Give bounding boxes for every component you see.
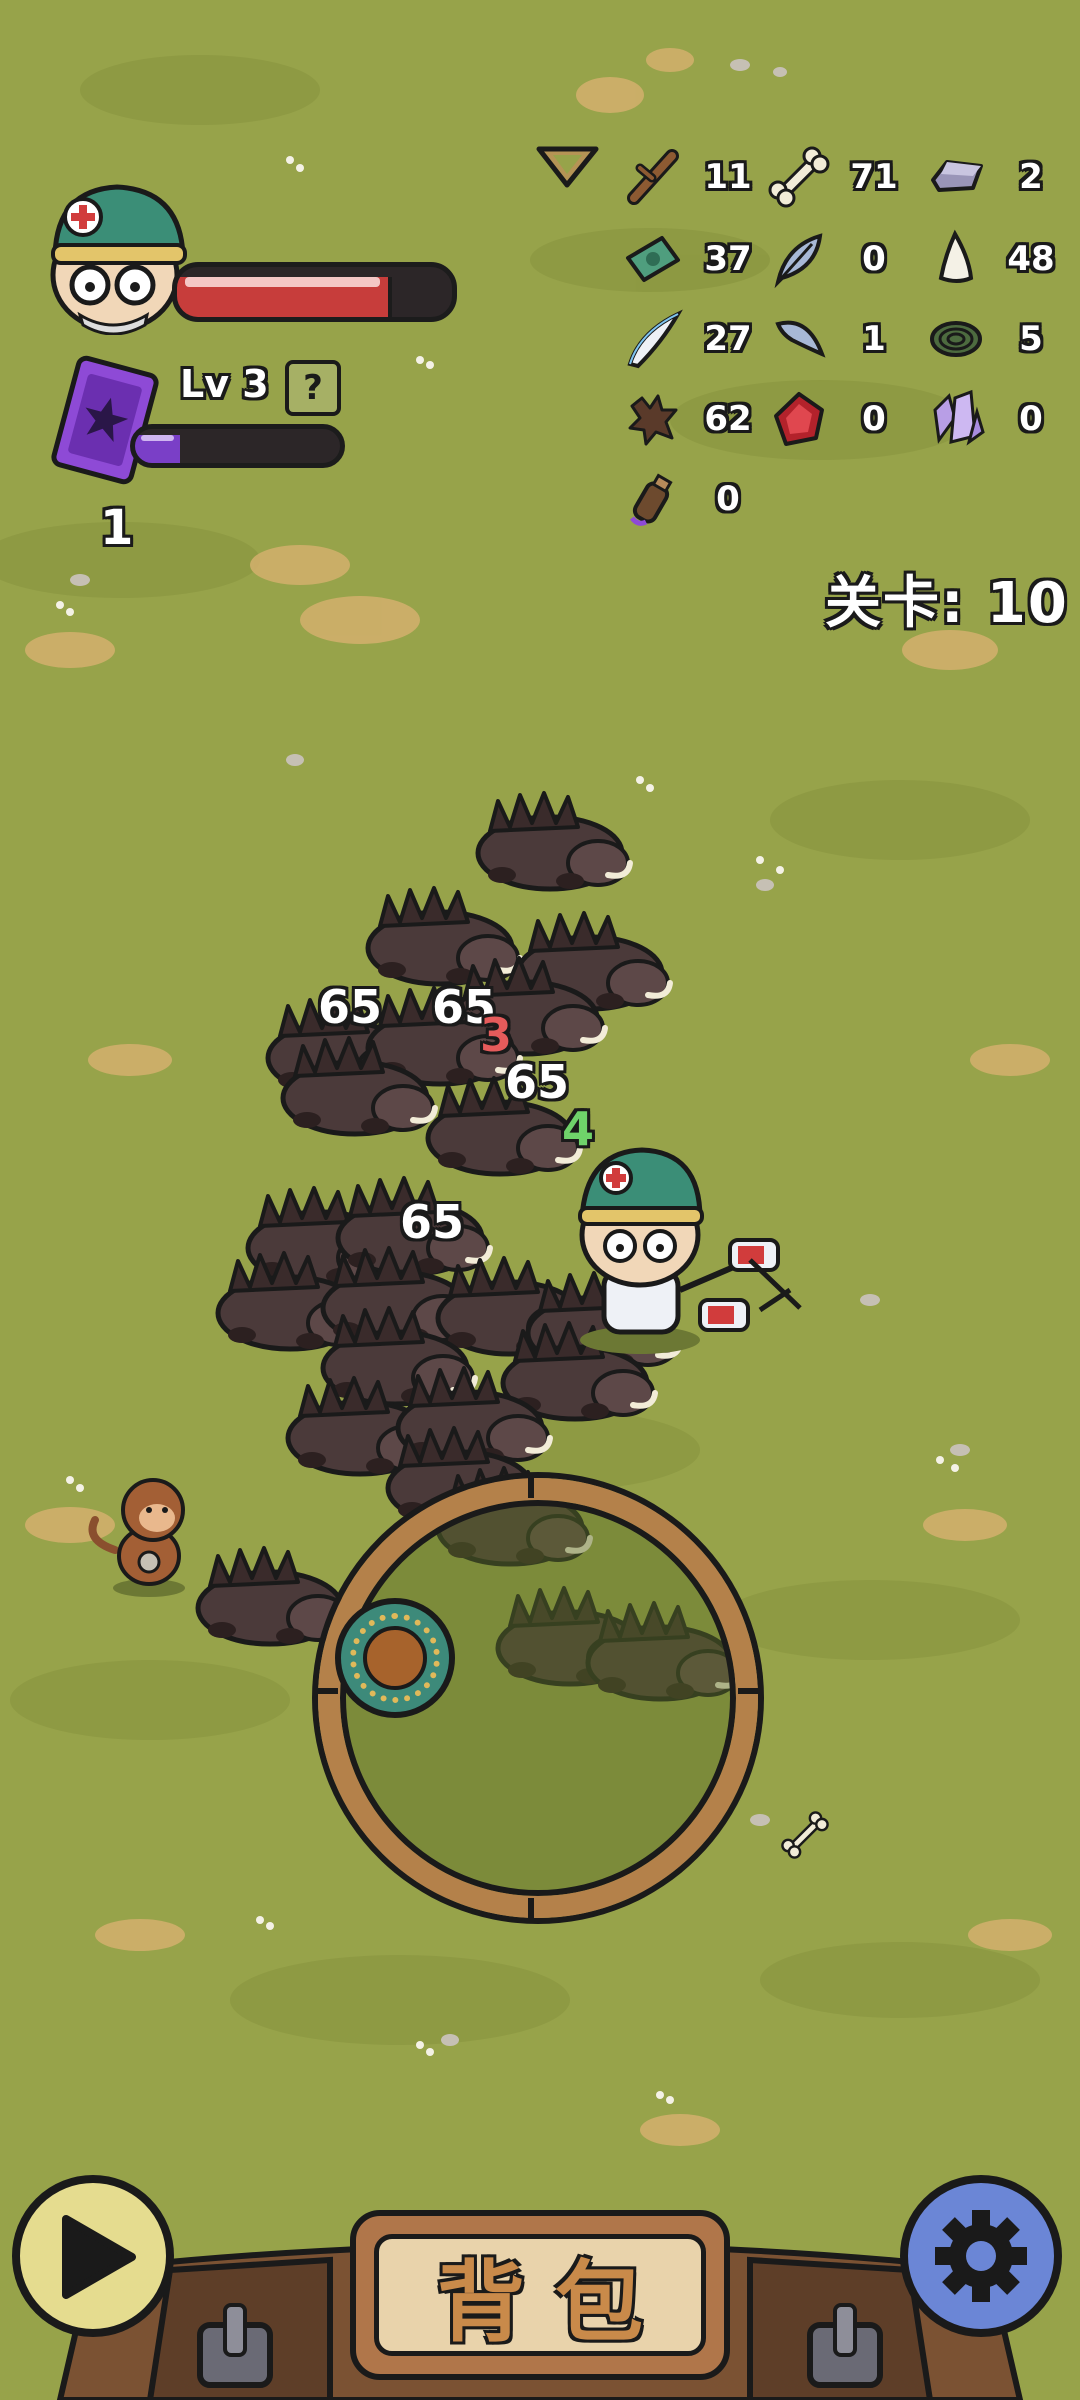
enemy-herd [0,0,1080,2400]
crit-damage-number: 3 [480,1008,513,1062]
damage-number: 65 [400,1195,465,1249]
backpack-button[interactable]: 背包 [350,2210,730,2380]
play-button[interactable] [12,2175,174,2337]
monkey-companion [88,1478,185,1597]
damage-number: 65 [505,1055,570,1109]
joystick-knob[interactable] [335,1598,455,1718]
damage-number: 65 [318,980,383,1034]
heal-number: 4 [562,1102,595,1156]
settings-button[interactable] [900,2175,1062,2337]
bone-drop-icon [781,1811,829,1859]
game-field[interactable]: Lv 3 ? 1 11 71 2 37 0 48 27 1 5 62 0 0 0… [0,0,1080,2400]
hero-character [578,1147,802,1354]
gear-icon [935,2210,1027,2302]
backpack-label: 背包 [436,2250,673,2354]
play-icon [62,2215,136,2299]
